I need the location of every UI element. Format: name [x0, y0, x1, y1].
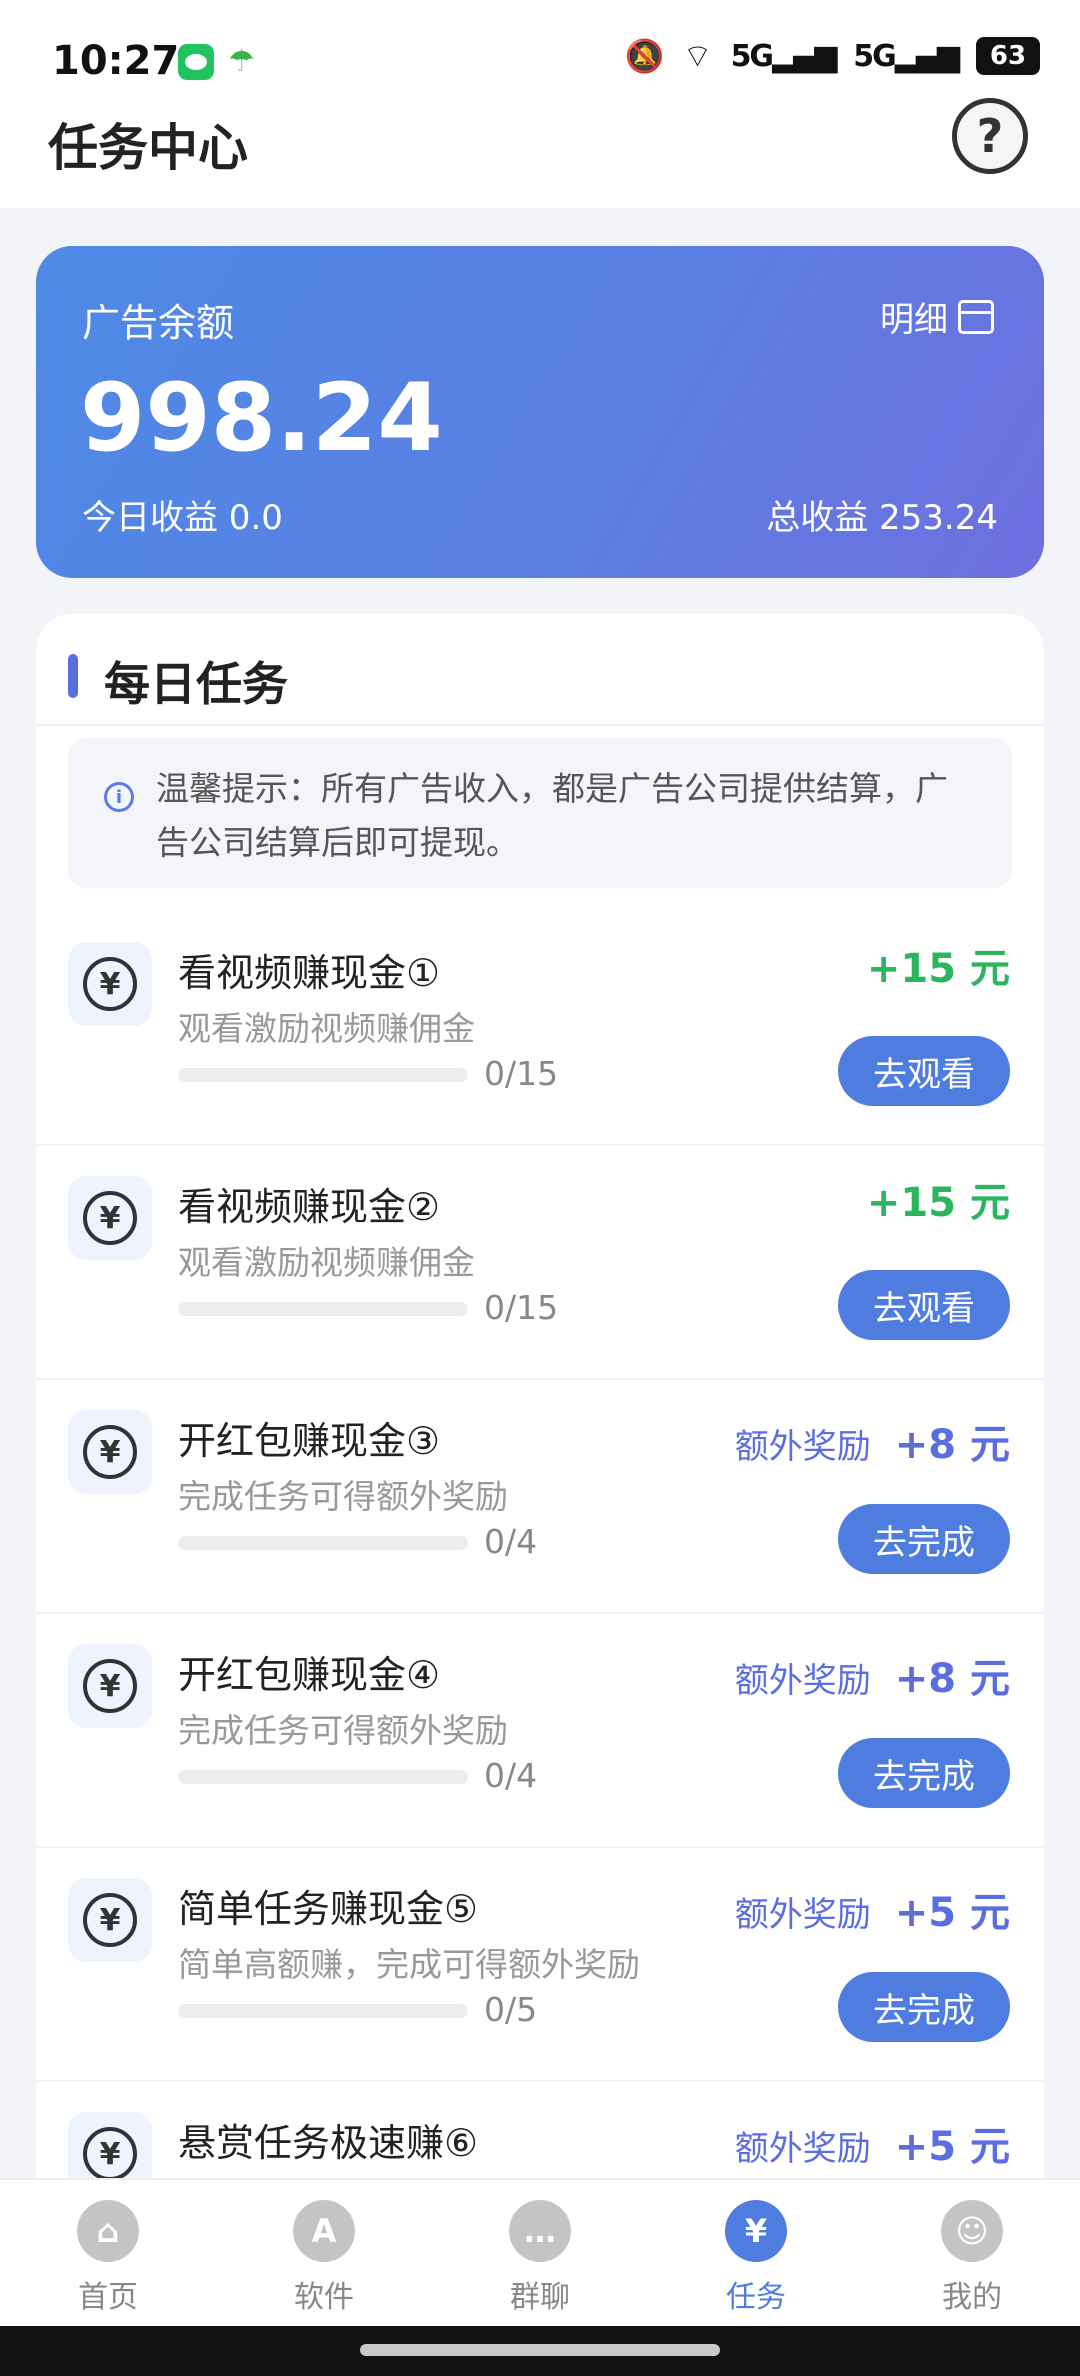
detail-label: 明细 [880, 300, 948, 340]
task-description: 简单高额赚，完成可得额外奖励 [178, 1945, 640, 1984]
yen-exchange-icon: ¥ [68, 1644, 152, 1728]
task-progress-bar [178, 1068, 468, 1082]
nav-item-tasks[interactable]: ¥ 任务 [648, 2180, 864, 2326]
task-item: ¥ 开红包赚现金③ 完成任务可得额外奖励 0/4 额外奖励 +8 元 去完成 [36, 1380, 1044, 1614]
question-circle-icon[interactable]: ? [952, 98, 1028, 174]
task-item: ¥ 看视频赚现金② 观看激励视频赚佣金 0/15 +15 元 去观看 [36, 1146, 1044, 1380]
task-extra-reward: 额外奖励 +8 元 [735, 1646, 1010, 1704]
task-title: 悬赏任务极速赚⑥ [178, 2121, 479, 2165]
yen-exchange-icon: ¥ [68, 1176, 152, 1260]
nav-label: 软件 [294, 2280, 354, 2315]
task-progress-bar [178, 1302, 468, 1316]
task-title: 简单任务赚现金⑤ [178, 1887, 479, 1931]
tip-box: i 温馨提示：所有广告收入，都是广告公司提供结算，广告公司结算后即可提现。 [68, 738, 1012, 888]
yen-exchange-icon: ¥ [68, 942, 152, 1026]
yen-exchange-icon: ¥ [68, 1410, 152, 1494]
tip-text: 温馨提示：所有广告收入，都是广告公司提供结算，广告公司结算后即可提现。 [156, 769, 948, 862]
section-title: 每日任务 [104, 657, 288, 711]
mute-bell-icon: 🔕 [624, 37, 665, 75]
balance-label: 广告余额 [82, 301, 235, 345]
chat-icon: … [509, 2200, 571, 2262]
extra-reward-label: 额外奖励 [734, 2129, 871, 2169]
yen-icon: ¥ [725, 2200, 787, 2262]
page-header: 任务中心 ? [0, 80, 1080, 208]
task-item: ¥ 开红包赚现金④ 完成任务可得额外奖励 0/4 额外奖励 +8 元 去完成 [36, 1614, 1044, 1848]
nav-item-apps[interactable]: A 软件 [216, 2180, 432, 2326]
task-progress-bar [178, 1536, 468, 1550]
nav-label: 我的 [942, 2280, 1002, 2315]
section-accent-bar [68, 654, 78, 698]
extra-reward-amount: +5 元 [894, 2124, 1010, 2170]
task-title: 看视频赚现金① [178, 951, 441, 995]
task-description: 完成任务可得额外奖励 [178, 1477, 508, 1516]
extra-reward-amount: +8 元 [894, 1422, 1010, 1468]
home-icon: ⌂ [77, 2200, 139, 2262]
nav-label: 任务 [726, 2280, 786, 2315]
daily-tasks-panel: 每日任务 i 温馨提示：所有广告收入，都是广告公司提供结算，广告公司结算后即可提… [36, 614, 1044, 2254]
user-icon: ☺ [941, 2200, 1003, 2262]
task-reward: +15 元 [866, 1180, 1010, 1226]
bottom-nav: ⌂ 首页 A 软件 … 群聊 ¥ 任务 ☺ 我的 [0, 2178, 1080, 2326]
task-progress-bar [178, 1770, 468, 1784]
network-label-1: 5G [730, 38, 774, 74]
home-indicator[interactable] [360, 2344, 720, 2356]
task-description: 观看激励视频赚佣金 [178, 1009, 475, 1048]
watch-button[interactable]: 去观看 [838, 1270, 1010, 1340]
task-progress-text: 0/15 [484, 1288, 559, 1327]
wifi-icon: ⌔ [682, 37, 713, 75]
complete-button[interactable]: 去完成 [838, 1504, 1010, 1574]
nav-label: 群聊 [510, 2280, 570, 2315]
task-description: 观看激励视频赚佣金 [178, 1243, 475, 1282]
status-indicators: 🔕 ⌔ 5G▂▄▆ 5G▂▄▆ 63 [625, 36, 1040, 76]
balance-card: 广告余额 明细 998.24 今日收益 0.0 总收益 253.24 [36, 246, 1044, 578]
task-item: ¥ 看视频赚现金① 观看激励视频赚佣金 0/15 +15 元 去观看 [36, 912, 1044, 1146]
gesture-area [0, 2326, 1080, 2376]
task-extra-reward: 额外奖励 +5 元 [735, 1880, 1010, 1938]
extra-reward-label: 额外奖励 [734, 1895, 871, 1935]
task-progress-text: 0/15 [484, 1054, 559, 1093]
task-extra-reward: 额外奖励 +8 元 [735, 1412, 1010, 1470]
task-extra-reward: 额外奖励 +5 元 [735, 2114, 1010, 2172]
extra-reward-amount: +5 元 [894, 1890, 1010, 1936]
task-description: 完成任务可得额外奖励 [178, 1711, 508, 1750]
extra-reward-amount: +8 元 [894, 1656, 1010, 1702]
umbrella-notification-icon: ☂ [228, 44, 255, 79]
task-title: 看视频赚现金② [178, 1185, 441, 1229]
network-label-2: 5G [853, 38, 896, 74]
yen-exchange-icon: ¥ [68, 1878, 152, 1962]
task-progress-text: 0/4 [484, 1756, 538, 1795]
balance-amount: 998.24 [80, 364, 443, 473]
status-time: 10:27 [52, 38, 180, 84]
task-title: 开红包赚现金④ [178, 1653, 441, 1697]
watch-button[interactable]: 去观看 [838, 1036, 1010, 1106]
panel-header: 每日任务 [36, 614, 1044, 726]
task-progress-text: 0/5 [484, 1990, 538, 2029]
nav-item-home[interactable]: ⌂ 首页 [0, 2180, 216, 2326]
extra-reward-label: 额外奖励 [734, 1661, 871, 1701]
wechat-notification-icon [178, 44, 214, 80]
extra-reward-label: 额外奖励 [734, 1427, 871, 1467]
task-reward: +15 元 [866, 946, 1010, 992]
signal-5g-icon: 5G▂▄▆ [730, 38, 838, 74]
complete-button[interactable]: 去完成 [838, 1972, 1010, 2042]
nav-item-chat[interactable]: … 群聊 [432, 2180, 648, 2326]
task-progress-text: 0/4 [484, 1522, 538, 1561]
total-earnings: 总收益 253.24 [766, 498, 998, 538]
calendar-icon [958, 299, 994, 334]
task-title: 开红包赚现金③ [178, 1419, 441, 1463]
complete-button[interactable]: 去完成 [838, 1738, 1010, 1808]
page-title: 任务中心 [48, 119, 248, 177]
info-icon: i [104, 782, 134, 812]
detail-button[interactable]: 明细 [880, 292, 994, 341]
today-earnings: 今日收益 0.0 [82, 498, 283, 538]
battery-icon: 63 [976, 37, 1040, 75]
nav-item-profile[interactable]: ☺ 我的 [864, 2180, 1080, 2326]
signal-5g-icon-2: 5G▂▄▆ [853, 38, 960, 74]
task-item: ¥ 简单任务赚现金⑤ 简单高额赚，完成可得额外奖励 0/5 额外奖励 +5 元 … [36, 1848, 1044, 2082]
app-store-icon: A [293, 2200, 355, 2262]
nav-label: 首页 [78, 2280, 138, 2315]
task-progress-bar [178, 2004, 468, 2018]
